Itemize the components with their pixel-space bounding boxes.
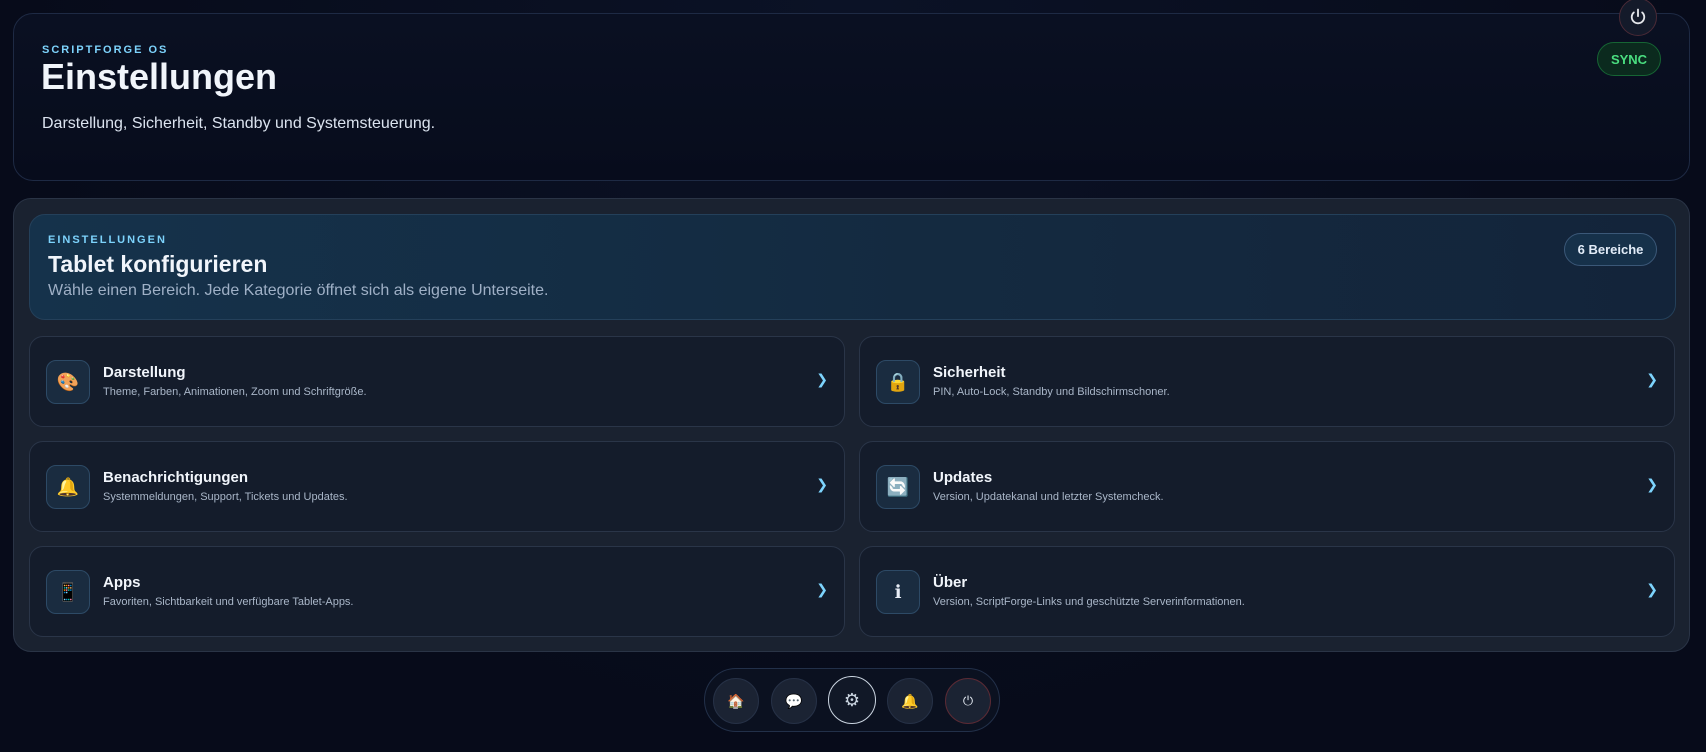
sync-button[interactable]: SYNC <box>1597 42 1661 76</box>
category-title: Updates <box>933 469 993 486</box>
power-icon <box>1630 8 1646 25</box>
category-grid: 🎨 Darstellung Theme, Farben, Animationen… <box>29 336 1676 637</box>
header-card: SCRIPTFORGE OS Einstellungen Darstellung… <box>13 13 1690 181</box>
hero-banner: EINSTELLUNGEN Tablet konfigurieren Wähle… <box>29 214 1676 320</box>
chevron-right-icon: ❯ <box>1646 371 1658 387</box>
settings-panel: EINSTELLUNGEN Tablet konfigurieren Wähle… <box>13 198 1690 652</box>
hero-title: Tablet konfigurieren <box>48 251 268 277</box>
bottom-dock: 🏠 💬 ⚙ 🔔 ⏻ <box>704 668 1000 732</box>
bell-icon: 🔔 <box>901 692 919 709</box>
category-description: Theme, Farben, Animationen, Zoom und Sch… <box>103 386 367 398</box>
category-title: Benachrichtigungen <box>103 469 249 486</box>
category-title: Sicherheit <box>933 364 1006 381</box>
category-title: Über <box>933 574 968 591</box>
dock-settings-button[interactable]: ⚙ <box>828 676 876 724</box>
dock-power-button[interactable]: ⏻ <box>945 678 991 724</box>
page-title: Einstellungen <box>41 56 278 97</box>
areas-count-badge: 6 Bereiche <box>1564 233 1657 266</box>
page-subtitle: Darstellung, Sicherheit, Standby und Sys… <box>42 115 436 132</box>
dock-notifications-button[interactable]: 🔔 <box>887 678 933 724</box>
palette-icon: 🎨 <box>46 360 90 404</box>
dock-home-button[interactable]: 🏠 <box>713 678 759 724</box>
apps-icon: 📱 <box>46 570 90 614</box>
category-description: Favoriten, Sichtbarkeit und verfügbare T… <box>103 596 354 608</box>
category-card-sicherheit[interactable]: 🔒 Sicherheit PIN, Auto-Lock, Standby und… <box>859 336 1675 427</box>
chevron-right-icon: ❯ <box>816 371 828 387</box>
category-description: Version, Updatekanal und letzter Systemc… <box>933 491 1164 503</box>
chevron-right-icon: ❯ <box>816 581 828 597</box>
brand-label: SCRIPTFORGE OS <box>42 44 169 56</box>
chevron-right-icon: ❯ <box>816 476 828 492</box>
home-icon: 🏠 <box>727 692 745 709</box>
refresh-icon: 🔄 <box>876 465 920 509</box>
chat-icon: 💬 <box>785 692 803 709</box>
chevron-right-icon: ❯ <box>1646 476 1658 492</box>
category-description: Systemmeldungen, Support, Tickets und Up… <box>103 491 348 503</box>
category-description: PIN, Auto-Lock, Standby und Bildschirmsc… <box>933 386 1170 398</box>
info-icon: ℹ <box>876 570 920 614</box>
bell-icon: 🔔 <box>46 465 90 509</box>
hero-subtitle: Wähle einen Bereich. Jede Kategorie öffn… <box>48 282 549 299</box>
gear-icon: ⚙ <box>843 689 861 710</box>
category-card-updates[interactable]: 🔄 Updates Version, Updatekanal und letzt… <box>859 441 1675 532</box>
category-card-benachrichtigungen[interactable]: 🔔 Benachrichtigungen Systemmeldungen, Su… <box>29 441 845 532</box>
hero-kicker: EINSTELLUNGEN <box>48 234 167 246</box>
category-card-darstellung[interactable]: 🎨 Darstellung Theme, Farben, Animationen… <box>29 336 845 427</box>
category-title: Darstellung <box>103 364 186 381</box>
lock-icon: 🔒 <box>876 360 920 404</box>
category-title: Apps <box>103 574 141 591</box>
category-card-ueber[interactable]: ℹ Über Version, ScriptForge-Links und ge… <box>859 546 1675 637</box>
category-card-apps[interactable]: 📱 Apps Favoriten, Sichtbarkeit und verfü… <box>29 546 845 637</box>
power-icon: ⏻ <box>962 693 974 708</box>
dock-chat-button[interactable]: 💬 <box>771 678 817 724</box>
chevron-right-icon: ❯ <box>1646 581 1658 597</box>
category-description: Version, ScriptForge-Links und geschützt… <box>933 596 1245 608</box>
